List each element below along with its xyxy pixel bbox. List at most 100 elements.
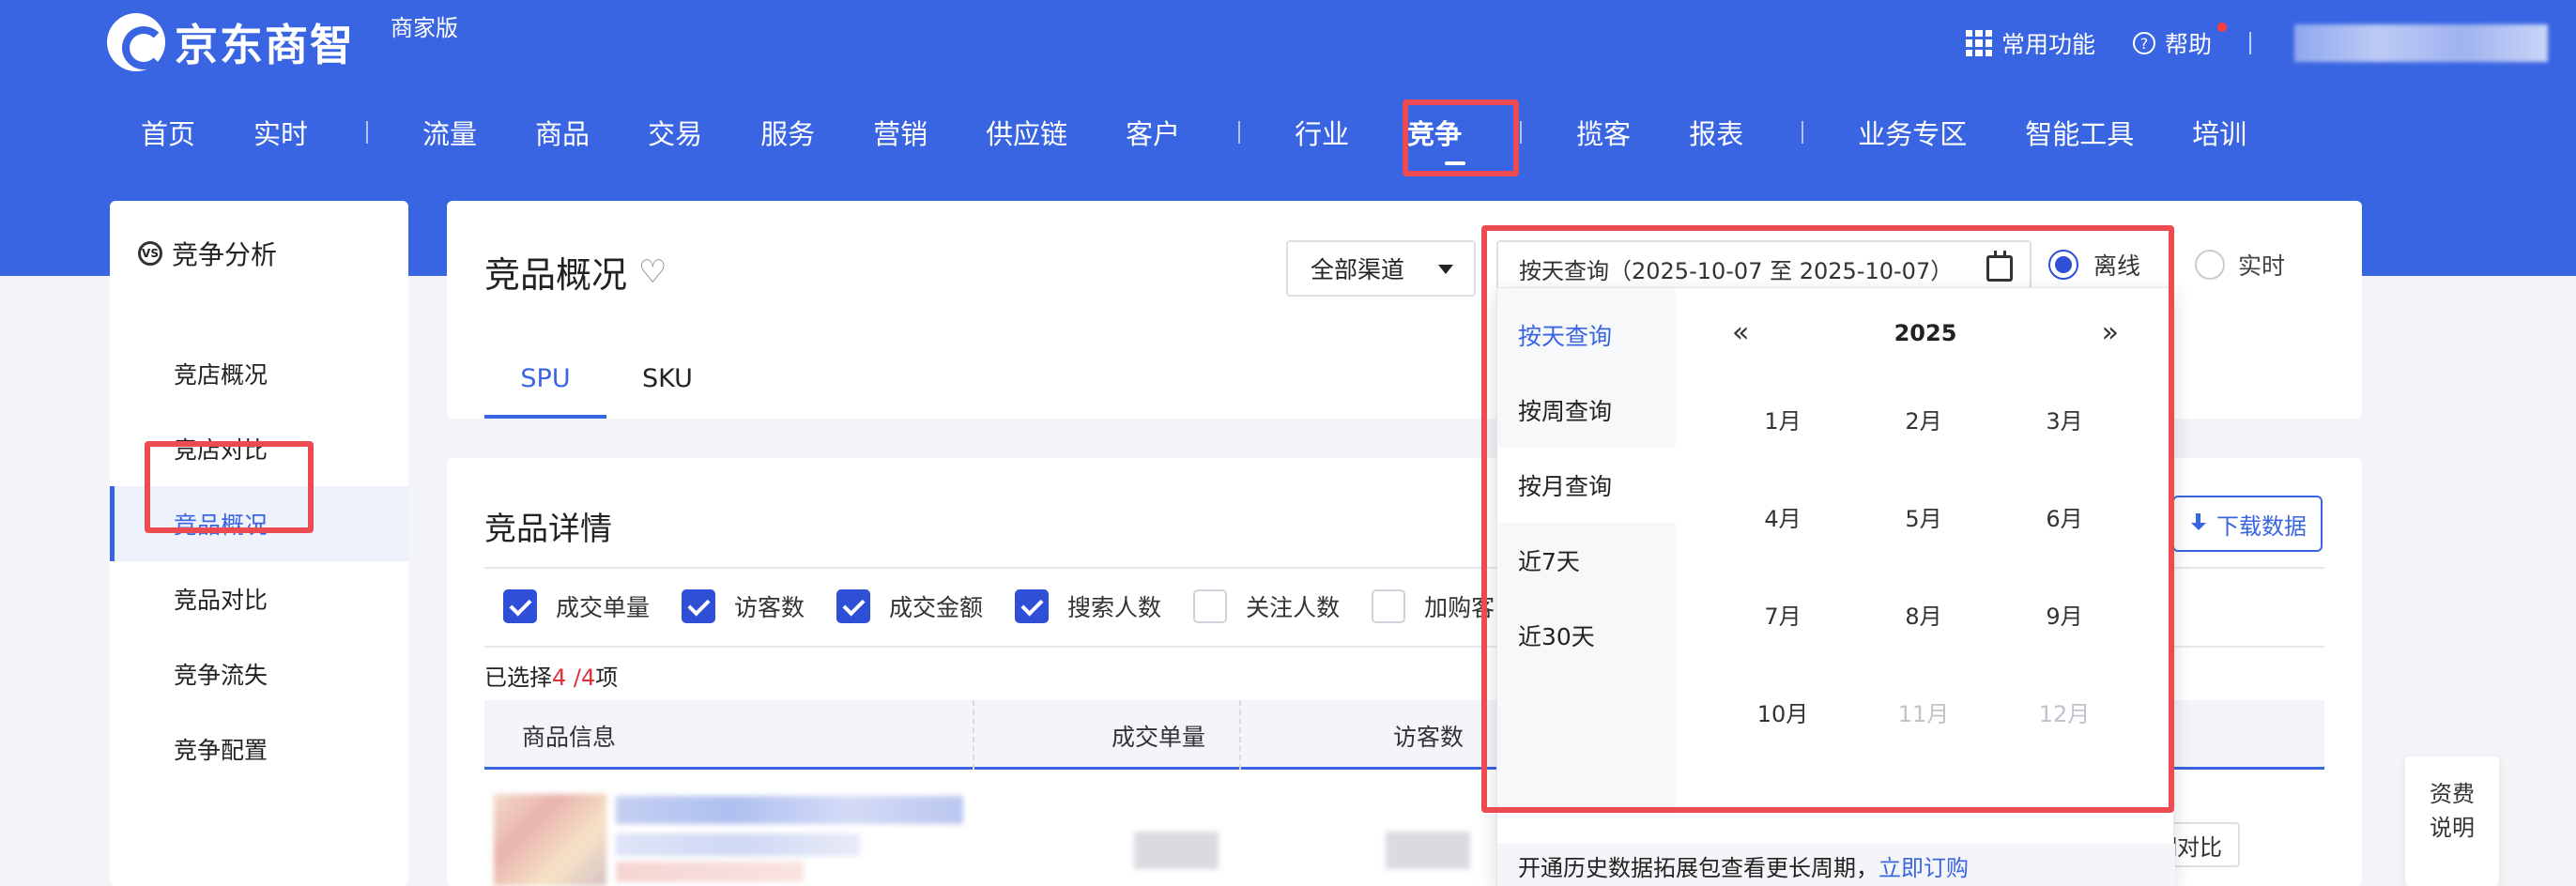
- highlight-box-date-picker: [1481, 225, 2174, 813]
- metric-followers-checkbox[interactable]: 关注人数: [1193, 589, 1340, 623]
- nav-divider: [1238, 121, 1241, 144]
- metric-label: 关注人数: [1246, 594, 1341, 621]
- checkbox-checked: [1015, 589, 1050, 623]
- sidebar-item-competition-loss[interactable]: 竞争流失: [110, 636, 408, 711]
- favorite-heart-icon[interactable]: ♡: [638, 256, 670, 288]
- metric-label: 成交金额: [889, 594, 984, 621]
- logo-icon: [107, 13, 165, 71]
- metric-orders-checkbox[interactable]: 成交单量: [503, 589, 650, 623]
- sidebar: VS 竞争分析 竞店概况 竞店对比 竞品概况 竞品对比 竞争流失 竞争配置: [110, 201, 408, 886]
- nav-item-business-zone[interactable]: 业务专区: [1858, 113, 1967, 152]
- nav-item-customers[interactable]: 客户: [1126, 113, 1180, 152]
- channel-select-value: 全部渠道: [1311, 256, 1405, 283]
- metric-amount-checkbox[interactable]: 成交金额: [836, 589, 983, 623]
- sidebar-item-competition-config[interactable]: 竞争配置: [110, 711, 408, 787]
- competition-icon: VS: [138, 241, 162, 266]
- spu-sku-tabs: SPU SKU: [484, 351, 728, 419]
- product-thumbnail[interactable]: [494, 794, 606, 886]
- help-button[interactable]: ? 帮助: [2132, 23, 2227, 60]
- selected-prefix: 已选择: [484, 664, 552, 691]
- main-nav: 首页 实时 流量 商品 交易 服务 营销 供应链 客户 行业 竞争 揽客 报表 …: [141, 113, 2305, 165]
- footer-text: 开通历史数据拓展包查看更长周期，: [1518, 855, 1878, 881]
- help-icon: ?: [2132, 32, 2155, 54]
- checkbox-checked: [682, 589, 716, 623]
- product-name-blurred[interactable]: [616, 796, 963, 824]
- grid-icon: [1965, 30, 1992, 56]
- channel-select[interactable]: 全部渠道: [1286, 240, 1476, 297]
- product-price-blurred: [616, 862, 804, 882]
- checkbox-checked: [503, 589, 537, 623]
- nav-divider: [366, 121, 369, 144]
- visitors-value-blurred: [1386, 832, 1470, 869]
- nav-item-trade[interactable]: 交易: [648, 113, 702, 152]
- nav-item-service[interactable]: 服务: [760, 113, 815, 152]
- fee-line-1: 资费: [2430, 781, 2475, 807]
- metric-label: 成交单量: [556, 594, 651, 621]
- selected-total: 4: [581, 664, 596, 691]
- checkbox-checked: [836, 589, 871, 623]
- nav-item-products[interactable]: 商品: [535, 113, 590, 152]
- nav-item-home[interactable]: 首页: [141, 113, 195, 152]
- page-title-text: 竞品概况: [484, 254, 628, 296]
- column-separator: [973, 700, 974, 770]
- highlight-box-sidebar: [145, 441, 314, 533]
- top-right-tools: 常用功能 ? 帮助: [1965, 23, 2576, 62]
- nav-divider: [1802, 121, 1804, 144]
- column-header-visitors[interactable]: 访客数: [1393, 719, 1464, 753]
- subscribe-link[interactable]: 立即订购: [1878, 855, 1969, 881]
- checkbox-unchecked: [1372, 589, 1406, 623]
- fee-explanation-button[interactable]: 资费 说明: [2405, 756, 2499, 886]
- help-label: 帮助: [2164, 31, 2212, 58]
- selected-number: 4: [552, 664, 567, 691]
- common-functions-button[interactable]: 常用功能: [1965, 26, 2095, 60]
- orders-value-blurred: [1134, 832, 1219, 869]
- nav-item-training[interactable]: 培训: [2192, 113, 2246, 152]
- brand-edition: 商家版: [391, 15, 458, 41]
- selected-separator: /: [566, 664, 581, 691]
- tab-spu[interactable]: SPU: [484, 351, 606, 419]
- metric-visitors-checkbox[interactable]: 访客数: [682, 589, 805, 623]
- download-icon: [2188, 513, 2209, 534]
- divider: [2249, 32, 2251, 54]
- fee-line-2: 说明: [2430, 815, 2475, 841]
- download-label: 下载数据: [2216, 512, 2307, 540]
- sidebar-title: VS 竞争分析: [138, 235, 277, 272]
- common-functions-label: 常用功能: [2001, 31, 2095, 58]
- caret-down-icon: [1438, 265, 1453, 274]
- metric-label: 访客数: [734, 594, 805, 621]
- user-account[interactable]: [2294, 24, 2548, 62]
- page-title: 竞品概况 ♡: [484, 246, 670, 298]
- nav-item-realtime[interactable]: 实时: [253, 113, 308, 152]
- radio-unchecked: [2195, 250, 2225, 280]
- tab-sku[interactable]: SKU: [606, 351, 728, 419]
- metric-checkboxes: 成交单量 访客数 成交金额 搜索人数 关注人数 加购客: [503, 589, 1526, 623]
- nav-item-marketing[interactable]: 营销: [873, 113, 928, 152]
- sidebar-title-label: 竞争分析: [172, 239, 278, 270]
- nav-item-industry[interactable]: 行业: [1295, 113, 1349, 152]
- checkbox-unchecked: [1193, 589, 1228, 623]
- column-header-product[interactable]: 商品信息: [522, 719, 616, 753]
- highlight-box-nav: [1403, 99, 1519, 176]
- nav-item-reports[interactable]: 报表: [1689, 113, 1743, 152]
- metric-cart-checkbox[interactable]: 加购客: [1372, 589, 1495, 623]
- nav-item-smart-tools[interactable]: 智能工具: [2025, 113, 2134, 152]
- detail-title: 竞品详情: [484, 511, 612, 548]
- sidebar-item-shop-overview[interactable]: 竞店概况: [110, 336, 408, 411]
- nav-item-supply-chain[interactable]: 供应链: [986, 113, 1067, 152]
- notification-dot: [2217, 23, 2227, 32]
- sidebar-item-product-compare[interactable]: 竞品对比: [110, 561, 408, 636]
- product-meta-blurred: [616, 833, 860, 856]
- nav-divider: [1520, 121, 1523, 144]
- brand-name: 京东商智: [175, 20, 355, 70]
- metric-searchers-checkbox[interactable]: 搜索人数: [1015, 589, 1161, 623]
- realtime-radio[interactable]: 实时: [2195, 248, 2285, 282]
- brand-logo[interactable]: 京东商智: [107, 11, 355, 73]
- column-header-orders[interactable]: 成交单量: [1112, 719, 1205, 753]
- metric-label: 搜索人数: [1067, 594, 1162, 621]
- nav-item-acquisition[interactable]: 揽客: [1576, 113, 1631, 152]
- download-data-button[interactable]: 下载数据: [2172, 496, 2323, 552]
- nav-item-traffic[interactable]: 流量: [422, 113, 477, 152]
- selected-suffix: 项: [595, 664, 619, 691]
- realtime-label: 实时: [2238, 252, 2286, 280]
- picker-footer: 开通历史数据拓展包查看更长周期，立即订购: [1497, 844, 2175, 886]
